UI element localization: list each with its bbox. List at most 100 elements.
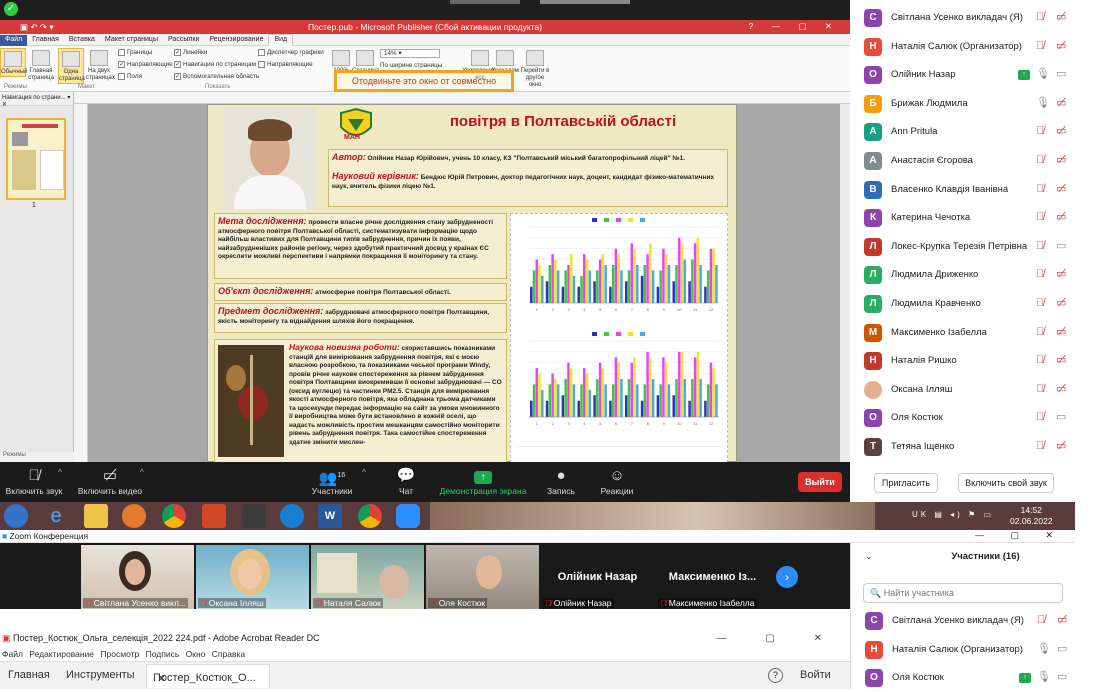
page-width-button[interactable]: По ширине страницы [380, 62, 442, 69]
poster-page[interactable]: МАН повітря в Полтавській області Автор:… [207, 104, 737, 463]
chrome-icon[interactable] [162, 504, 186, 528]
powerpoint-icon[interactable] [202, 504, 226, 528]
page-thumbnail[interactable] [6, 118, 66, 200]
participant-row[interactable]: Т Тетяна Іщенко ▭̸ 🎙̸ [850, 433, 1120, 461]
participant-row[interactable]: Оксана Ілляш ▭̸ 🎙̸ [850, 376, 1120, 404]
menu-help[interactable]: Справка [212, 649, 245, 659]
participant-row[interactable]: Н Наталія Салюк (Организатор) 🎙 ▭ [851, 636, 1120, 664]
vertical-ruler[interactable] [74, 104, 88, 462]
horizontal-ruler[interactable] [74, 92, 850, 104]
mic-muted-icon: 🎙̸ [1036, 440, 1045, 452]
zoom-select[interactable]: 14% ▾ [380, 49, 440, 58]
share-screen-button[interactable]: ↑ Демонстрация экрана [436, 466, 530, 496]
internet-explorer-icon[interactable]: e [44, 504, 68, 528]
menu-window[interactable]: Окно [186, 649, 206, 659]
unmute-self-button[interactable]: Включить свой звук [958, 473, 1054, 493]
leave-button[interactable]: Выйти [798, 472, 842, 492]
two-pages-icon [90, 50, 108, 66]
participants-button[interactable]: 👥16 Участники [308, 466, 356, 496]
start-video-button[interactable]: ▭̸ Включить видео [76, 466, 144, 496]
tab-tools[interactable]: Инструменты [66, 669, 135, 681]
graphics-manager-checkbox[interactable]: Диспетчер графики [258, 49, 324, 56]
video-tile[interactable]: 🎙̸ Світлана Усенко викл... [81, 545, 194, 609]
tab-view[interactable]: Вид [268, 34, 294, 46]
chrome-icon[interactable] [358, 504, 382, 528]
next-page-button[interactable]: › [776, 566, 798, 588]
participant-row[interactable]: О Оля Костюк ▭ 🎙̸ [850, 404, 1120, 432]
participant-row[interactable]: О Олійник Назар ▭ 🎙 ↑ [850, 61, 1120, 89]
vertical-scrollbar[interactable] [840, 104, 850, 462]
normal-view-button[interactable]: Обычный [0, 48, 28, 77]
page-navigation-checkbox[interactable]: ✓ Навигация по страницам [174, 61, 256, 68]
participant-row[interactable]: Б Брижак Людмила ▭̸ 🎙 [850, 90, 1120, 118]
chat-button[interactable]: 💬 Чат [392, 466, 420, 496]
page-number: 1 [32, 202, 36, 209]
video-tile[interactable]: Олійник Назар 🎙̸ Олійник Назар [541, 545, 654, 609]
bar [564, 270, 567, 303]
bar [627, 270, 631, 303]
participant-row[interactable]: М Максименко Ізабелла ▭̸ 🎙̸ [850, 319, 1120, 347]
participant-row[interactable]: О Оля Костюк ↑ 🎙 ▭ [851, 664, 1120, 692]
chevron-up-icon[interactable]: ^ [362, 468, 366, 477]
participant-row[interactable]: А Анастасія Єгорова ▭̸ 🎙̸ [850, 147, 1120, 175]
menu-file[interactable]: Файл [2, 649, 23, 659]
edge-icon[interactable] [280, 504, 304, 528]
file-explorer-icon[interactable] [84, 504, 108, 528]
chevron-up-icon[interactable]: ^ [58, 468, 62, 477]
tick-label: 7 [631, 421, 634, 426]
window-controls[interactable]: — ▢ ✕ [717, 633, 840, 644]
participant-name: Анастасія Єгорова [891, 155, 973, 166]
baseline-guides-checkbox[interactable]: Направляющие [258, 61, 313, 68]
video-thumbnail [450, 0, 520, 4]
guides-checkbox[interactable]: ✓ Направляющие [118, 61, 173, 68]
scratch-area-checkbox[interactable]: ✓ Вспомогательная область [174, 73, 259, 80]
video-tile[interactable]: 🎙̸ Оксана Ілляш [196, 545, 309, 609]
switch-window-button[interactable]: Перейти в другое окно [520, 48, 550, 89]
media-player-icon[interactable] [122, 504, 146, 528]
unmute-button[interactable]: 🎙̸ Включить звук [4, 466, 64, 496]
tick-label: 3 [567, 421, 570, 426]
chevron-up-icon[interactable]: ^ [140, 468, 144, 477]
participant-row[interactable]: С Світлана Усенко викладач (Я) 🎙̸ ▭̸ [851, 607, 1120, 635]
participants-icon: 👥16 [318, 470, 346, 487]
video-tile[interactable]: 🎙̸ Оля Костюк [426, 545, 539, 609]
boundaries-checkbox[interactable]: Границы [118, 49, 152, 56]
tab-home[interactable]: Главная [8, 669, 50, 681]
word-icon[interactable]: W [318, 504, 342, 528]
single-page-button[interactable]: Одна страница [58, 48, 85, 84]
app-icon[interactable] [242, 504, 266, 528]
tab-document[interactable]: Постер_Костюк_О... ✕ [146, 664, 270, 688]
window-controls[interactable]: ? — ▢ ✕ [749, 21, 840, 32]
participant-search-input[interactable]: 🔍 Найти участника [863, 583, 1063, 603]
invite-button[interactable]: Пригласить [874, 473, 938, 493]
start-icon[interactable] [4, 504, 28, 528]
video-tile[interactable]: Максименко Із... 🎙̸ Максименко Ізабелла [656, 545, 769, 609]
fields-checkbox[interactable]: Поля [118, 73, 142, 80]
reactions-button[interactable]: ☺ Реакции [596, 466, 638, 496]
rulers-checkbox[interactable]: ✓ Линейки [174, 49, 207, 56]
participant-row[interactable]: A Ann Pritula ▭̸ 🎙̸ [850, 118, 1120, 146]
master-page-button[interactable]: Главная страница [28, 48, 54, 82]
bar [548, 384, 552, 417]
system-tray[interactable]: UK ▤ ◂) ⚑ ▭ [912, 510, 994, 519]
participant-row[interactable]: С Світлана Усенко викладач (Я) ▭̸ 🎙̸ [850, 4, 1120, 32]
participant-row[interactable]: К Катерина Чечотка ▭̸ 🎙̸ [850, 204, 1120, 232]
participant-row[interactable]: Л Людмила Кравченко ▭̸ 🎙̸ [850, 290, 1120, 318]
clock[interactable]: 14:52 02.06.2022 [1010, 505, 1053, 527]
participant-row[interactable]: Н Наталія Ришко ▭̸ 🎙̸ [850, 347, 1120, 375]
menu-sign[interactable]: Подпись [146, 649, 180, 659]
video-tile[interactable]: 🎙̸ Наталя Салюк [311, 545, 424, 609]
window-controls[interactable]: — ▢ ✕ [975, 530, 1065, 541]
participant-row[interactable]: Л Локес-Крупка Терезія Петрівна ▭ 🎙̸ [850, 233, 1120, 261]
participant-row[interactable]: Л Людмила Дриженко ▭̸ 🎙̸ [850, 261, 1120, 289]
sign-in-button[interactable]: Войти [800, 669, 831, 681]
menu-view[interactable]: Просмотр [100, 649, 139, 659]
help-icon[interactable]: ? [768, 668, 783, 683]
record-button[interactable]: ● Запись [544, 466, 578, 496]
zoom-icon[interactable] [396, 504, 420, 528]
menu-edit[interactable]: Редактирование [29, 649, 94, 659]
bar [678, 351, 681, 417]
participant-row[interactable]: В Власенко Клавдія Іванівна ▭̸ 🎙̸ [850, 176, 1120, 204]
participant-row[interactable]: Н Наталія Салюк (Организатор) ▭̸ 🎙̸ [850, 33, 1120, 61]
two-page-button[interactable]: На двух страницах [86, 48, 115, 82]
